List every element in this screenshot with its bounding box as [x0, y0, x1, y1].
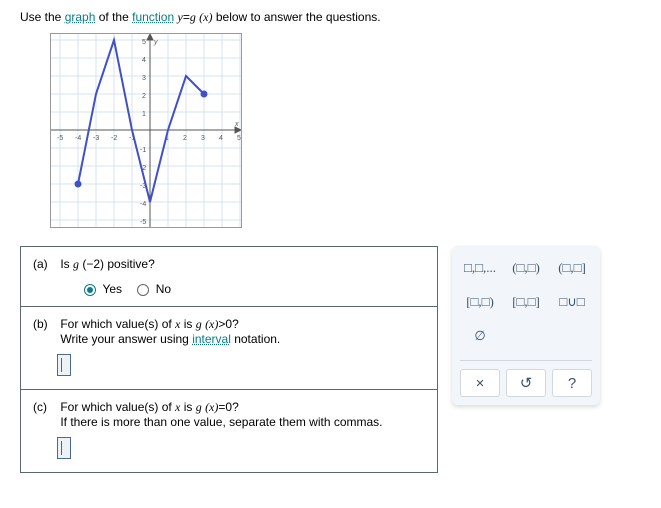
- palette-union[interactable]: □∪□: [552, 288, 592, 316]
- palette-open-interval[interactable]: (□,□): [506, 254, 546, 282]
- svg-text:1: 1: [142, 111, 146, 118]
- answer-input-b[interactable]: [57, 354, 71, 376]
- svg-text:-5: -5: [140, 219, 146, 226]
- svg-text:5: 5: [142, 39, 146, 46]
- radio-icon: [84, 284, 96, 296]
- symbol-palette: □,□,... (□,□) (□,□] [□,□) [□,□] □∪□ ∅ × …: [452, 246, 600, 405]
- questions-panel: (a) Is g (−2) positive? Yes No (b): [20, 246, 438, 473]
- svg-text:-4: -4: [140, 201, 146, 208]
- svg-text:-4: -4: [75, 135, 81, 142]
- svg-text:5: 5: [237, 135, 241, 142]
- question-c: (c) For which value(s) of x is g (x)=0? …: [21, 390, 437, 472]
- question-b: (b) For which value(s) of x is g (x)>0? …: [21, 307, 437, 390]
- palette-closed-interval[interactable]: [□,□]: [506, 288, 546, 316]
- part-label-a: (a): [33, 257, 57, 271]
- question-a: (a) Is g (−2) positive? Yes No: [21, 247, 437, 307]
- svg-text:-3: -3: [93, 135, 99, 142]
- svg-text:4: 4: [219, 135, 223, 142]
- svg-text:x: x: [234, 121, 239, 128]
- svg-text:2: 2: [142, 93, 146, 100]
- radio-yes[interactable]: Yes: [84, 282, 125, 296]
- svg-text:-5: -5: [57, 135, 63, 142]
- answer-input-c[interactable]: [57, 437, 71, 459]
- reset-button[interactable]: ↺: [506, 369, 546, 397]
- svg-text:4: 4: [142, 57, 146, 64]
- function-graph: -5-4-3 -2-1 123 45 543 21 -1-2-3 -4-5 y …: [50, 33, 242, 228]
- palette-right-open[interactable]: [□,□): [460, 288, 500, 316]
- palette-list[interactable]: □,□,...: [460, 254, 500, 282]
- clear-button[interactable]: ×: [460, 369, 500, 397]
- endpoint-left: [75, 181, 82, 188]
- palette-empty-set[interactable]: ∅: [460, 322, 500, 350]
- svg-text:3: 3: [201, 135, 205, 142]
- svg-text:2: 2: [183, 135, 187, 142]
- help-button[interactable]: ?: [552, 369, 592, 397]
- radio-icon: [137, 284, 149, 296]
- glossary-link-interval[interactable]: interval: [192, 332, 231, 346]
- radio-no[interactable]: No: [137, 282, 171, 296]
- palette-left-open[interactable]: (□,□]: [552, 254, 592, 282]
- glossary-link-function[interactable]: function: [132, 10, 174, 24]
- part-label-c: (c): [33, 400, 57, 414]
- endpoint-right: [201, 91, 208, 98]
- svg-text:-1: -1: [140, 147, 146, 154]
- svg-text:-2: -2: [111, 135, 117, 142]
- svg-text:y: y: [153, 39, 158, 46]
- svg-text:3: 3: [142, 75, 146, 82]
- glossary-link-graph[interactable]: graph: [65, 10, 96, 24]
- graph-svg: -5-4-3 -2-1 123 45 543 21 -1-2-3 -4-5 y …: [51, 34, 241, 227]
- instruction-text: Use the graph of the function y=g (x) be…: [20, 10, 641, 25]
- part-label-b: (b): [33, 317, 57, 331]
